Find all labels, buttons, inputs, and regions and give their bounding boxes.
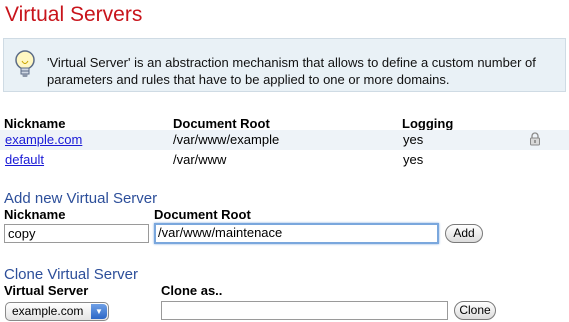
add-section-title: Add new Virtual Server (4, 190, 158, 207)
add-button[interactable]: Add (445, 224, 483, 243)
chevron-down-icon: ▼ (91, 304, 107, 319)
table-row (0, 130, 569, 150)
column-header-nickname: Nickname (4, 116, 66, 131)
virtual-server-select-value: example.com (12, 304, 84, 318)
logging-cell: yes (403, 132, 424, 147)
info-box: 'Virtual Server' is an abstraction mecha… (3, 38, 566, 92)
column-header-document-root: Document Root (173, 116, 270, 131)
clone-as-label: Clone as.. (161, 283, 223, 298)
virtual-server-label: Virtual Server (4, 283, 89, 298)
document-root-label: Document Root (154, 207, 251, 222)
document-root-cell: /var/www (173, 152, 227, 167)
page-title: Virtual Servers (5, 3, 143, 26)
virtual-server-select[interactable]: example.com ▼ (5, 302, 109, 321)
document-root-input[interactable]: /var/www/maintenace (154, 223, 439, 244)
info-text: 'Virtual Server' is an abstraction mecha… (47, 55, 536, 87)
document-root-cell: /var/www/example (173, 132, 280, 147)
vserver-link-example-com[interactable]: example.com (5, 132, 82, 147)
clone-section-title: Clone Virtual Server (4, 266, 138, 283)
vserver-link-default[interactable]: default (5, 152, 44, 167)
lock-icon[interactable] (528, 132, 542, 146)
clone-button[interactable]: Clone (454, 301, 496, 320)
nickname-input[interactable]: copy (4, 224, 149, 243)
lightbulb-icon (15, 50, 35, 77)
logging-cell: yes (403, 152, 424, 167)
clone-as-input[interactable] (161, 301, 448, 320)
nickname-label: Nickname (4, 207, 66, 222)
column-header-logging: Logging (402, 116, 454, 131)
